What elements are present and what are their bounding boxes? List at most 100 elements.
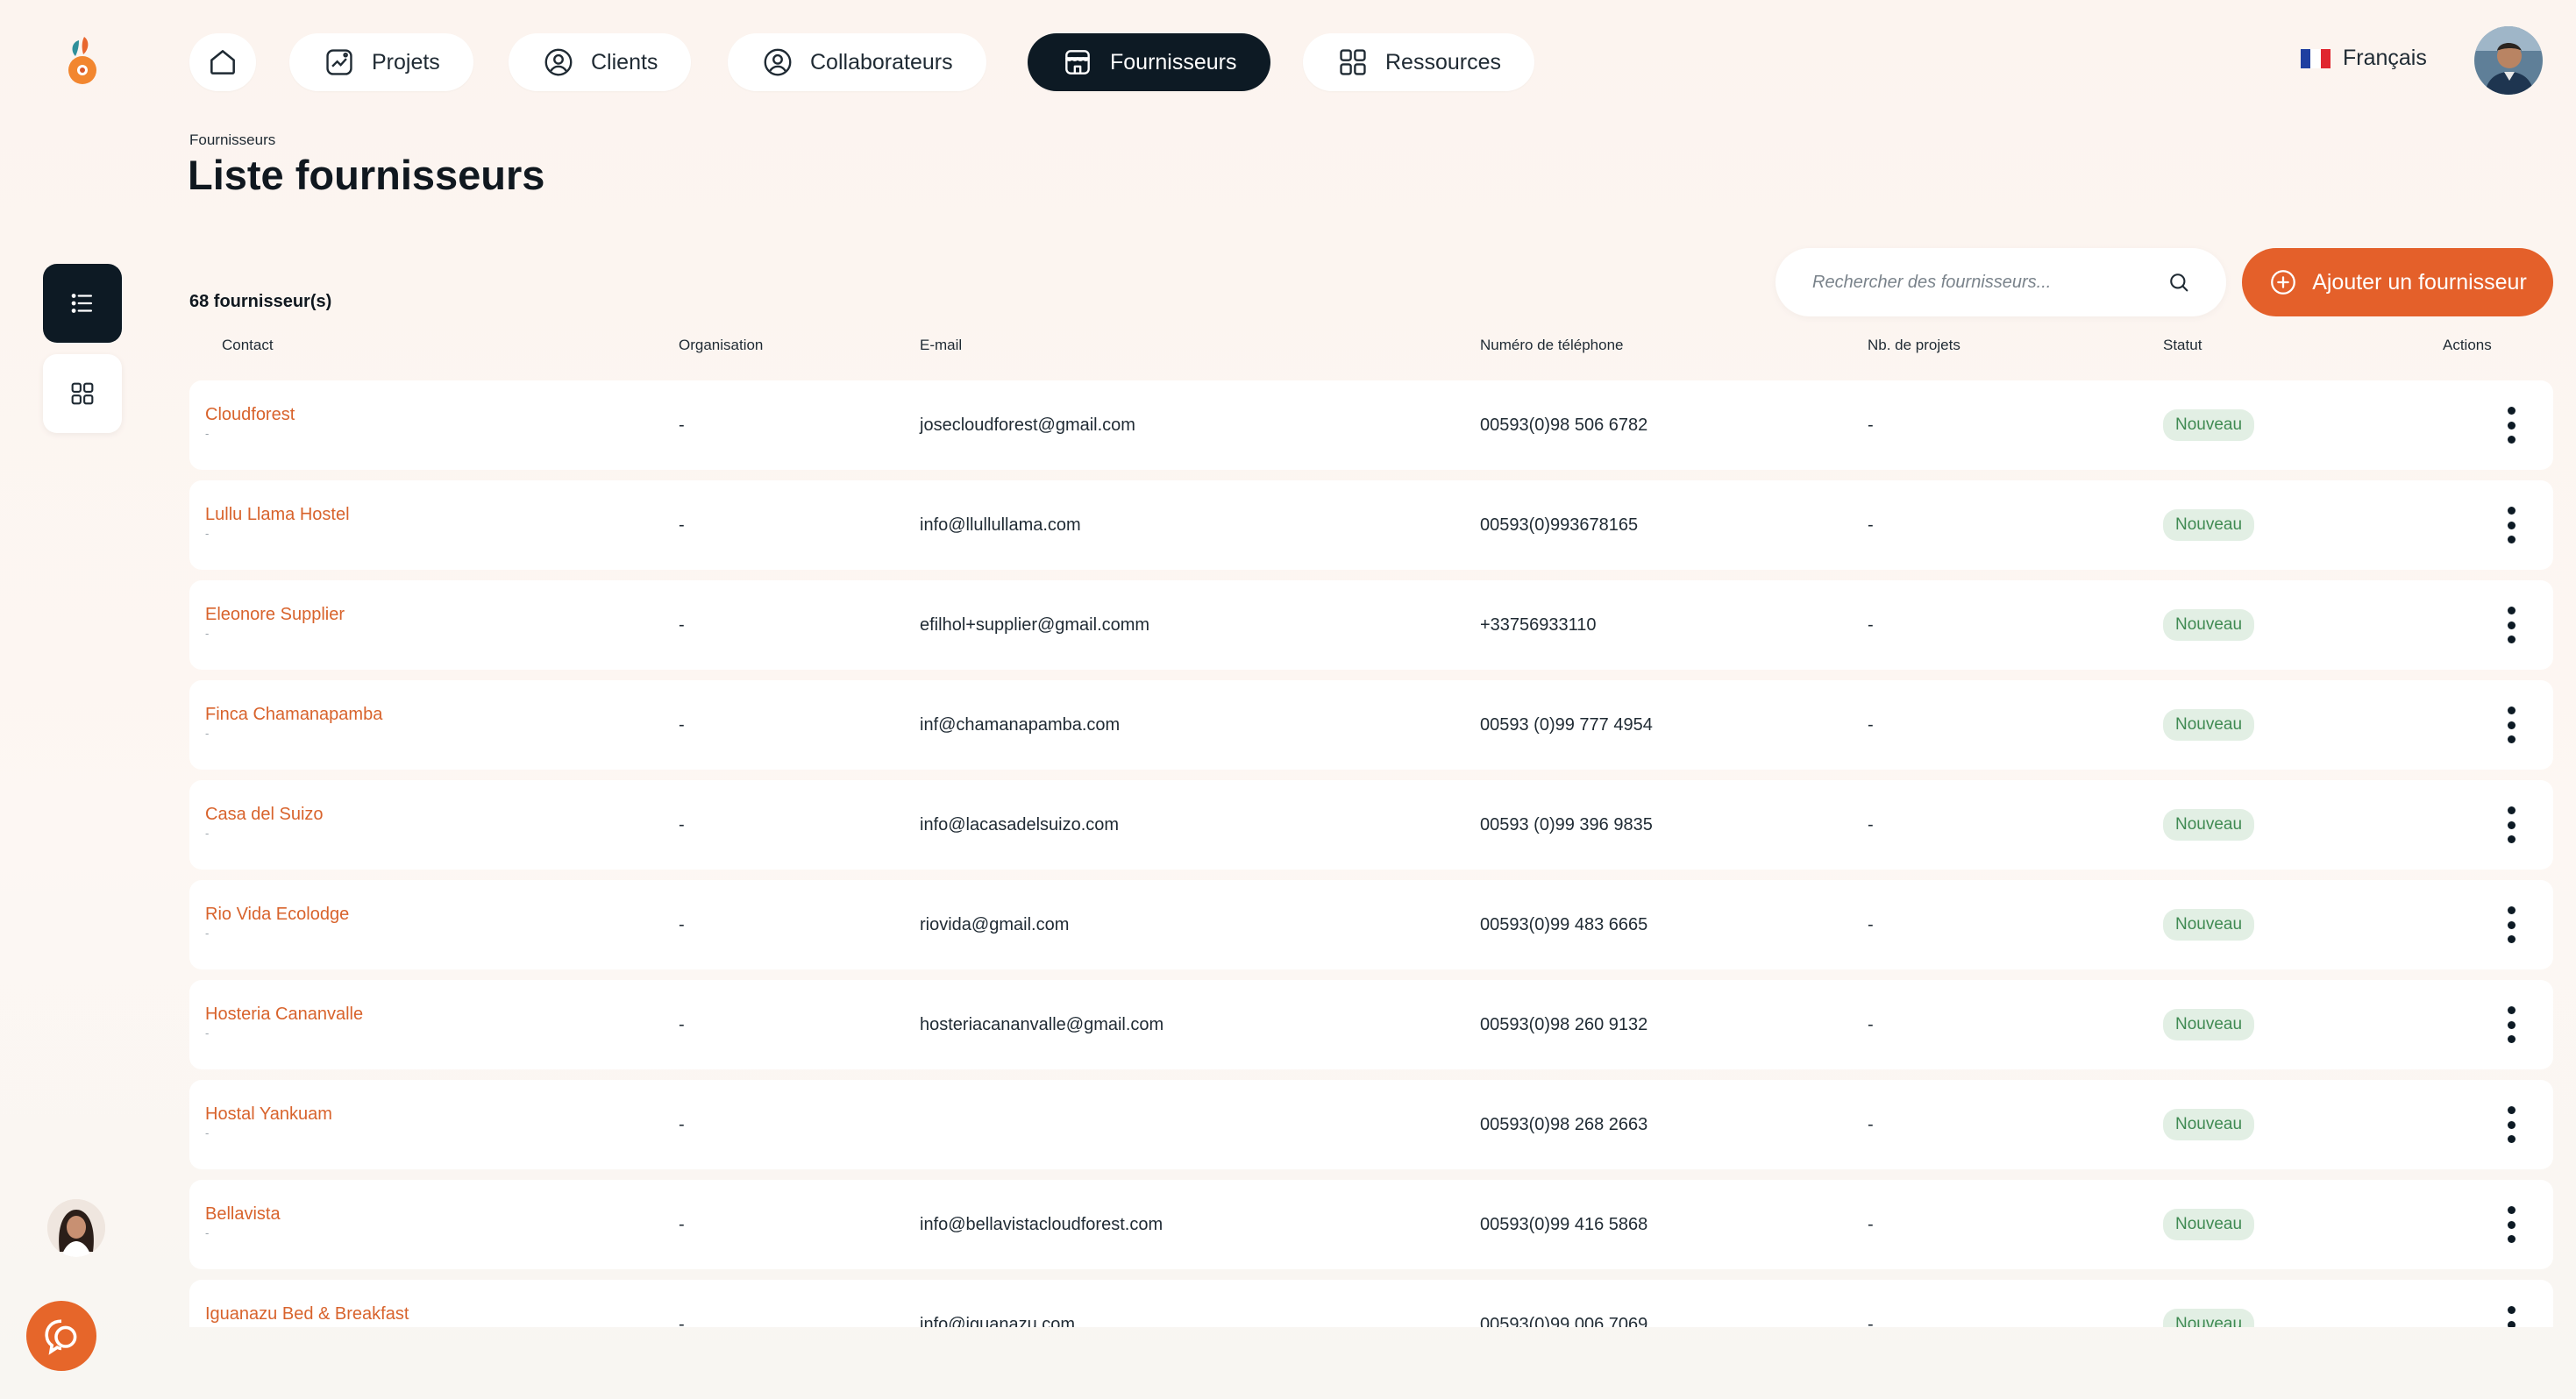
phone-cell: 00593 (0)99 396 9835 bbox=[1480, 814, 1653, 834]
contact-name[interactable]: Iguanazu Bed & Breakfast bbox=[205, 1304, 409, 1324]
table-row[interactable]: Hosteria Cananvalle - - hosteriacananval… bbox=[189, 980, 2553, 1069]
phone-cell: 00593(0)99 483 6665 bbox=[1480, 914, 1648, 934]
contact-cell[interactable]: Cloudforest - bbox=[205, 405, 295, 440]
user-circle-icon bbox=[544, 48, 573, 76]
table-row[interactable]: Bellavista - - info@bellavistacloudfores… bbox=[189, 1180, 2553, 1269]
contact-name[interactable]: Rio Vida Ecolodge bbox=[205, 905, 349, 925]
row-actions-icon[interactable] bbox=[2502, 507, 2520, 543]
table-row[interactable]: Casa del Suizo - - info@lacasadelsuizo.c… bbox=[189, 780, 2553, 870]
row-actions-icon[interactable] bbox=[2502, 906, 2520, 943]
row-actions-icon[interactable] bbox=[2502, 1206, 2520, 1243]
chat-button[interactable] bbox=[26, 1301, 96, 1371]
column-header-phone[interactable]: Numéro de téléphone bbox=[1480, 337, 1624, 354]
table-row[interactable]: Eleonore Supplier - - efilhol+supplier@g… bbox=[189, 580, 2553, 670]
email-cell: info@llullullama.com bbox=[920, 515, 1081, 535]
row-actions-icon[interactable] bbox=[2502, 407, 2520, 444]
contact-cell[interactable]: Casa del Suizo - bbox=[205, 805, 324, 840]
email-cell: josecloudforest@gmail.com bbox=[920, 415, 1135, 435]
row-actions-icon[interactable] bbox=[2502, 1306, 2520, 1327]
projects-cell: - bbox=[1868, 614, 1874, 635]
nav-projects[interactable]: Projets bbox=[289, 33, 473, 91]
status-badge: Nouveau bbox=[2163, 1209, 2255, 1240]
app-logo[interactable] bbox=[54, 33, 110, 89]
status-badge: Nouveau bbox=[2163, 909, 2255, 941]
table-row[interactable]: Rio Vida Ecolodge - - riovida@gmail.com … bbox=[189, 880, 2553, 969]
contact-subtitle: - bbox=[205, 1126, 210, 1140]
contact-name[interactable]: Bellavista bbox=[205, 1204, 281, 1225]
nav-home-button[interactable] bbox=[189, 33, 256, 91]
contact-cell[interactable]: Finca Chamanapamba - bbox=[205, 705, 382, 740]
row-actions-icon[interactable] bbox=[2502, 1106, 2520, 1143]
search-icon[interactable] bbox=[2167, 270, 2191, 295]
contact-name[interactable]: Hosteria Cananvalle bbox=[205, 1005, 363, 1025]
nav-resources[interactable]: Ressources bbox=[1303, 33, 1534, 91]
contact-cell[interactable]: Eleonore Supplier - bbox=[205, 605, 345, 640]
status-badge: Nouveau bbox=[2163, 1309, 2255, 1327]
add-supplier-button[interactable]: Ajouter un fournisseur bbox=[2242, 248, 2553, 316]
contact-subtitle: - bbox=[205, 727, 210, 740]
grid-icon bbox=[71, 382, 94, 405]
table-row[interactable]: Cloudforest - - josecloudforest@gmail.co… bbox=[189, 380, 2553, 470]
column-header-contact[interactable]: Contact bbox=[222, 337, 274, 354]
projects-cell: - bbox=[1868, 1014, 1874, 1034]
projects-cell: - bbox=[1868, 914, 1874, 934]
contact-subtitle: - bbox=[205, 1226, 210, 1239]
french-flag-icon bbox=[2301, 48, 2330, 68]
contact-cell[interactable]: Bellavista - bbox=[205, 1204, 281, 1239]
status-badge: Nouveau bbox=[2163, 709, 2255, 741]
phone-cell: 00593(0)99 416 5868 bbox=[1480, 1214, 1648, 1234]
nav-clients[interactable]: Clients bbox=[509, 33, 692, 91]
breadcrumb[interactable]: Fournisseurs bbox=[189, 131, 275, 149]
list-icon bbox=[71, 294, 93, 313]
column-header-email[interactable]: E-mail bbox=[920, 337, 962, 354]
table-row[interactable]: Hostal Yankuam - - 00593(0)98 268 2663 -… bbox=[189, 1080, 2553, 1169]
email-cell: info@lacasadelsuizo.com bbox=[920, 814, 1120, 834]
contact-cell[interactable]: Rio Vida Ecolodge - bbox=[205, 905, 349, 940]
organisation-cell: - bbox=[679, 515, 685, 535]
contact-name[interactable]: Lullu Llama Hostel bbox=[205, 505, 350, 525]
language-label: Français bbox=[2343, 46, 2427, 70]
contact-cell[interactable]: Iguanazu Bed & Breakfast - bbox=[205, 1304, 409, 1327]
grid-view-button[interactable] bbox=[43, 354, 122, 433]
assistant-avatar[interactable] bbox=[47, 1199, 105, 1257]
contact-cell[interactable]: Hosteria Cananvalle - bbox=[205, 1005, 363, 1040]
contact-name[interactable]: Casa del Suizo bbox=[205, 805, 324, 825]
contact-name[interactable]: Hostal Yankuam bbox=[205, 1104, 332, 1125]
table-row[interactable]: Lullu Llama Hostel - - info@llullullama.… bbox=[189, 480, 2553, 570]
table-row[interactable]: Iguanazu Bed & Breakfast - - info@iguana… bbox=[189, 1280, 2553, 1327]
storefront-icon bbox=[1065, 50, 1090, 75]
language-selector[interactable]: Français bbox=[2301, 46, 2427, 71]
projects-cell: - bbox=[1868, 1114, 1874, 1134]
contact-subtitle: - bbox=[205, 1026, 210, 1040]
user-avatar[interactable] bbox=[2474, 26, 2543, 95]
status-badge: Nouveau bbox=[2163, 1109, 2255, 1140]
contact-name[interactable]: Finca Chamanapamba bbox=[205, 705, 382, 725]
nav-suppliers[interactable]: Fournisseurs bbox=[1028, 33, 1270, 91]
contact-name[interactable]: Cloudforest bbox=[205, 405, 295, 425]
contact-cell[interactable]: Lullu Llama Hostel - bbox=[205, 505, 350, 540]
column-header-projects[interactable]: Nb. de projets bbox=[1868, 337, 1960, 354]
row-actions-icon[interactable] bbox=[2502, 1006, 2520, 1043]
row-actions-icon[interactable] bbox=[2502, 607, 2520, 643]
table-row[interactable]: Finca Chamanapamba - - inf@chamanapamba.… bbox=[189, 680, 2553, 770]
grid-icon bbox=[1340, 49, 1366, 75]
phone-cell: 00593(0)98 506 6782 bbox=[1480, 415, 1648, 435]
status-cell: Nouveau bbox=[2163, 1280, 2255, 1327]
status-badge: Nouveau bbox=[2163, 809, 2255, 841]
organisation-cell: - bbox=[679, 914, 685, 934]
status-cell: Nouveau bbox=[2163, 880, 2255, 969]
search-input[interactable] bbox=[1811, 271, 2147, 294]
projects-cell: - bbox=[1868, 714, 1874, 735]
user-circle-icon bbox=[764, 48, 792, 76]
contact-name[interactable]: Eleonore Supplier bbox=[205, 605, 345, 625]
column-header-organisation[interactable]: Organisation bbox=[679, 337, 763, 354]
organisation-cell: - bbox=[679, 714, 685, 735]
contact-cell[interactable]: Hostal Yankuam - bbox=[205, 1104, 332, 1140]
organisation-cell: - bbox=[679, 1114, 685, 1134]
column-header-status[interactable]: Statut bbox=[2163, 337, 2202, 354]
row-actions-icon[interactable] bbox=[2502, 806, 2520, 843]
row-actions-icon[interactable] bbox=[2502, 707, 2520, 743]
nav-collaborators[interactable]: Collaborateurs bbox=[728, 33, 986, 91]
list-view-button[interactable] bbox=[43, 264, 122, 343]
organisation-cell: - bbox=[679, 814, 685, 834]
